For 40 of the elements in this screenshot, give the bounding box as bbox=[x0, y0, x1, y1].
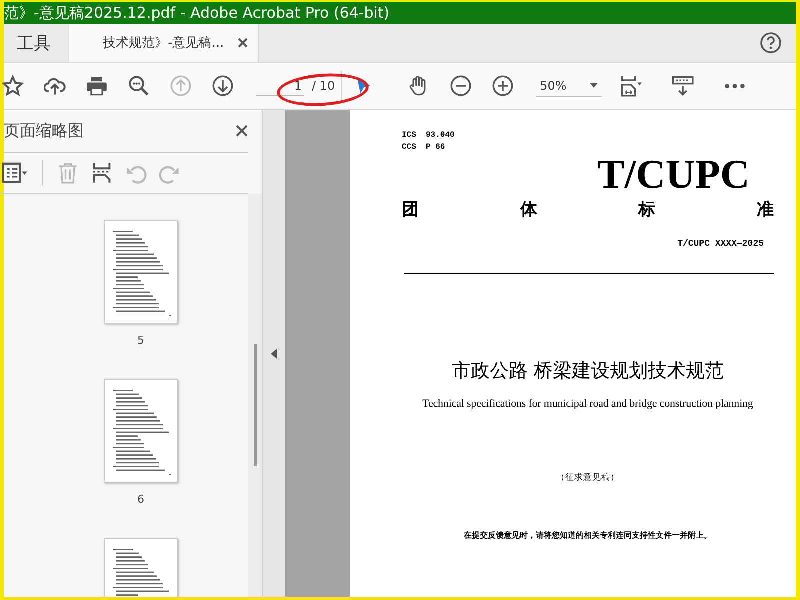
ics-code: ICS 93.040 bbox=[402, 130, 456, 142]
print-icon bbox=[86, 75, 108, 97]
english-title: Technical specifications for municipal road and bridge construction planning bbox=[422, 398, 754, 410]
patent-notice: 在提交反馈意见时，请将您知道的相关专利连同支持性文件一并附上。 bbox=[464, 530, 712, 541]
window-title: 范》-意见稿2025.12.pdf - Adobe Acrobat Pro (64-bit) bbox=[4, 3, 390, 24]
page-total: / 10 bbox=[312, 79, 336, 93]
magnifier-icon bbox=[128, 75, 150, 97]
ccs-code: CCS P 66 bbox=[402, 142, 446, 154]
draft-note: （征求意见稿） bbox=[556, 472, 620, 484]
category-character: 标 bbox=[638, 199, 656, 221]
panel-title: 页面缩略图 bbox=[4, 120, 84, 142]
page-fit-icon bbox=[620, 75, 642, 97]
trash-icon bbox=[57, 162, 79, 184]
tools-tab[interactable]: 工具 bbox=[4, 24, 68, 62]
help-icon[interactable] bbox=[760, 32, 782, 54]
list-icon bbox=[2, 160, 28, 186]
close-icon[interactable] bbox=[236, 125, 248, 137]
category-character: 准 bbox=[756, 199, 774, 221]
zoom-dropdown[interactable]: 50% bbox=[536, 76, 602, 96]
star-icon bbox=[2, 75, 24, 97]
category-character: 体 bbox=[520, 199, 538, 221]
page-thumbnail[interactable] bbox=[104, 220, 178, 324]
caret-icon bbox=[590, 83, 598, 88]
page-number: 6 bbox=[138, 493, 144, 506]
zoom-out-icon bbox=[450, 75, 472, 97]
page-number-field[interactable]: 1 bbox=[256, 76, 304, 96]
close-icon[interactable] bbox=[238, 38, 248, 48]
zoom-in-icon bbox=[492, 75, 514, 97]
category-character: 团 bbox=[402, 199, 419, 221]
scrollbar[interactable] bbox=[248, 194, 262, 597]
standard-logo: T/CUPC bbox=[597, 156, 750, 192]
page-number: 5 bbox=[138, 334, 144, 347]
collapse-arrow-icon[interactable] bbox=[271, 348, 277, 358]
document-title: 市政公路 桥梁建设规划技术规范 bbox=[452, 359, 724, 384]
more-icon bbox=[724, 82, 746, 90]
page-thumbnail[interactable] bbox=[104, 379, 178, 483]
page-insert-icon bbox=[91, 162, 113, 184]
document-tab[interactable]: 技术规范》-意见稿... bbox=[68, 24, 260, 62]
download-icon bbox=[672, 75, 694, 97]
standard-number: T/CUPC XXXX—2025 bbox=[678, 239, 764, 249]
